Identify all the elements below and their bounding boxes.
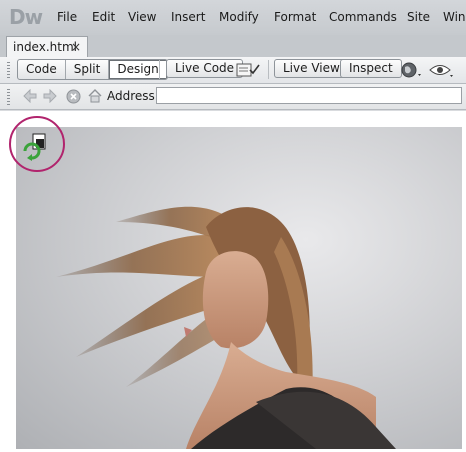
menu-window[interactable]: Win bbox=[443, 10, 466, 24]
menu-file[interactable]: File bbox=[57, 10, 77, 24]
toolbar-grip[interactable] bbox=[7, 89, 10, 105]
browser-preview-icon[interactable] bbox=[400, 61, 424, 79]
document-tab[interactable]: index.html × bbox=[6, 36, 88, 57]
menu-modify[interactable]: Modify bbox=[219, 10, 259, 24]
document-tab-bar: index.html × bbox=[0, 35, 466, 58]
menu-insert[interactable]: Insert bbox=[171, 10, 205, 24]
menu-site[interactable]: Site bbox=[407, 10, 430, 24]
menu-view[interactable]: View bbox=[128, 10, 156, 24]
code-view-button[interactable]: Code bbox=[18, 60, 66, 79]
check-page-icon[interactable] bbox=[235, 61, 261, 79]
menu-commands[interactable]: Commands bbox=[329, 10, 397, 24]
design-view-canvas[interactable] bbox=[0, 110, 466, 452]
document-tab-label: index.html bbox=[13, 40, 77, 54]
inspect-button[interactable]: Inspect bbox=[340, 59, 402, 78]
home-icon[interactable] bbox=[87, 88, 103, 104]
forward-arrow-icon[interactable] bbox=[42, 89, 58, 103]
toolbar-divider bbox=[268, 60, 269, 79]
address-label: Address: bbox=[107, 89, 159, 103]
highlight-ring bbox=[9, 116, 65, 172]
hair-flip-photo[interactable] bbox=[16, 127, 462, 449]
split-view-button[interactable]: Split bbox=[66, 60, 110, 79]
live-view-button[interactable]: Live View bbox=[274, 59, 349, 78]
toolbar-grip[interactable] bbox=[7, 62, 10, 78]
app-logo: Dw bbox=[9, 5, 43, 29]
document-toolbar: Code Split Design Live Code Live View In… bbox=[0, 57, 466, 84]
stop-icon[interactable] bbox=[66, 89, 81, 104]
address-input[interactable] bbox=[156, 87, 462, 104]
visual-aids-icon[interactable] bbox=[428, 60, 456, 80]
menu-edit[interactable]: Edit bbox=[92, 10, 115, 24]
view-switcher: Code Split Design bbox=[17, 59, 168, 80]
close-icon[interactable]: × bbox=[71, 37, 81, 58]
menu-format[interactable]: Format bbox=[274, 10, 316, 24]
toolbar-divider bbox=[159, 60, 160, 79]
browser-navigation-bar: Address: bbox=[0, 84, 466, 110]
menu-bar: Dw File Edit View Insert Modify Format C… bbox=[0, 0, 466, 36]
photo-illustration bbox=[56, 206, 396, 449]
live-code-button[interactable]: Live Code bbox=[166, 59, 244, 78]
back-arrow-icon[interactable] bbox=[22, 89, 38, 103]
